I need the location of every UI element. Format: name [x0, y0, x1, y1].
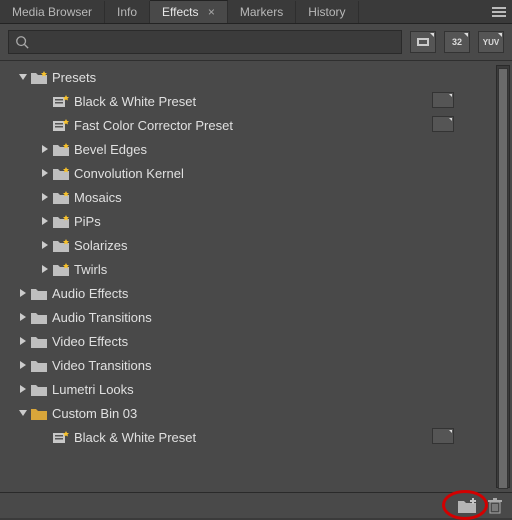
folder-video-effects[interactable]: Video Effects	[0, 329, 512, 353]
disclosure-closed-icon	[38, 238, 52, 252]
tab-markers[interactable]: Markers	[228, 1, 296, 23]
folder-icon	[30, 311, 48, 324]
folder-label: Lumetri Looks	[52, 382, 134, 397]
disclosure-closed-icon	[16, 310, 30, 324]
close-icon[interactable]: ×	[208, 5, 215, 19]
filter-yuv-button[interactable]: YUV	[478, 31, 504, 53]
folder-icon	[52, 215, 70, 228]
disclosure-closed-icon	[38, 166, 52, 180]
disclosure-open-icon	[16, 70, 30, 84]
disclosure-closed-icon	[16, 286, 30, 300]
folder-icon	[30, 359, 48, 372]
folder-icon	[30, 287, 48, 300]
preset-label: Black & White Preset	[74, 430, 196, 445]
preset-item[interactable]: Black & White Preset	[0, 425, 512, 449]
folder-label: Custom Bin 03	[52, 406, 137, 421]
folder-label: PiPs	[74, 214, 101, 229]
preset-icon	[52, 95, 70, 108]
search-row: 32 YUV	[0, 24, 512, 61]
folder-twirls[interactable]: Twirls	[0, 257, 512, 281]
disclosure-closed-icon	[38, 190, 52, 204]
tab-media-browser[interactable]: Media Browser	[0, 1, 105, 23]
disclosure-closed-icon	[38, 214, 52, 228]
tab-label: Media Browser	[12, 5, 92, 19]
folder-custom-icon	[30, 407, 48, 420]
folder-audio-effects[interactable]: Audio Effects	[0, 281, 512, 305]
tab-history[interactable]: History	[296, 1, 358, 23]
new-custom-bin-button[interactable]	[458, 498, 478, 514]
tab-label: Effects	[162, 5, 198, 19]
panel-menu-icon[interactable]	[490, 5, 508, 19]
filter-yuv-label: YUV	[483, 38, 499, 47]
folder-icon	[30, 383, 48, 396]
preset-item[interactable]: Fast Color Corrector Preset	[0, 113, 512, 137]
search-input[interactable]	[35, 35, 395, 49]
folder-icon	[52, 167, 70, 180]
preset-label: Black & White Preset	[74, 94, 196, 109]
effects-tree: Presets Black & White Preset Fast Color …	[0, 61, 512, 492]
preset-icon	[52, 119, 70, 132]
folder-label: Video Transitions	[52, 358, 152, 373]
folder-icon	[52, 239, 70, 252]
accelerated-icon	[416, 36, 430, 48]
accelerated-badge	[432, 428, 454, 447]
folder-presets-icon	[30, 71, 48, 84]
tab-label: Markers	[240, 5, 283, 19]
preset-icon	[52, 431, 70, 444]
trash-icon	[488, 498, 502, 514]
tab-label: Info	[117, 5, 137, 19]
tab-effects[interactable]: Effects ×	[150, 0, 228, 23]
tab-label: History	[308, 5, 345, 19]
folder-icon	[52, 143, 70, 156]
folder-bevel-edges[interactable]: Bevel Edges	[0, 137, 512, 161]
folder-label: Mosaics	[74, 190, 122, 205]
folder-solarizes[interactable]: Solarizes	[0, 233, 512, 257]
folder-label: Audio Transitions	[52, 310, 152, 325]
folder-pips[interactable]: PiPs	[0, 209, 512, 233]
disclosure-closed-icon	[38, 262, 52, 276]
folder-label: Presets	[52, 70, 96, 85]
folder-label: Video Effects	[52, 334, 128, 349]
disclosure-closed-icon	[16, 382, 30, 396]
folder-convolution-kernel[interactable]: Convolution Kernel	[0, 161, 512, 185]
folder-audio-transitions[interactable]: Audio Transitions	[0, 305, 512, 329]
filter-32bit-button[interactable]: 32	[444, 31, 470, 53]
accelerated-badge	[432, 92, 454, 111]
tab-info[interactable]: Info	[105, 1, 150, 23]
effects-panel: Media Browser Info Effects × Markers His…	[0, 0, 512, 518]
folder-video-transitions[interactable]: Video Transitions	[0, 353, 512, 377]
panel-footer	[0, 492, 512, 518]
disclosure-closed-icon	[16, 358, 30, 372]
disclosure-closed-icon	[16, 334, 30, 348]
folder-label: Convolution Kernel	[74, 166, 184, 181]
delete-button[interactable]	[488, 498, 502, 514]
folder-label: Bevel Edges	[74, 142, 147, 157]
disclosure-closed-icon	[38, 142, 52, 156]
accelerated-badge	[432, 116, 454, 135]
folder-label: Audio Effects	[52, 286, 128, 301]
preset-label: Fast Color Corrector Preset	[74, 118, 233, 133]
scrollbar-thumb[interactable]	[498, 68, 508, 489]
folder-lumetri-looks[interactable]: Lumetri Looks	[0, 377, 512, 401]
folder-custom-bin[interactable]: Custom Bin 03	[0, 401, 512, 425]
filter-accelerated-button[interactable]	[410, 31, 436, 53]
folder-label: Twirls	[74, 262, 107, 277]
scrollbar[interactable]	[496, 65, 510, 488]
folder-icon	[30, 335, 48, 348]
preset-item[interactable]: Black & White Preset	[0, 89, 512, 113]
folder-presets[interactable]: Presets	[0, 65, 512, 89]
disclosure-open-icon	[16, 406, 30, 420]
folder-mosaics[interactable]: Mosaics	[0, 185, 512, 209]
folder-icon	[52, 263, 70, 276]
new-bin-icon	[458, 498, 478, 514]
folder-label: Solarizes	[74, 238, 127, 253]
filter-32bit-label: 32	[452, 37, 462, 47]
folder-icon	[52, 191, 70, 204]
search-box[interactable]	[8, 30, 402, 54]
search-icon	[15, 35, 29, 49]
tab-bar: Media Browser Info Effects × Markers His…	[0, 0, 512, 24]
